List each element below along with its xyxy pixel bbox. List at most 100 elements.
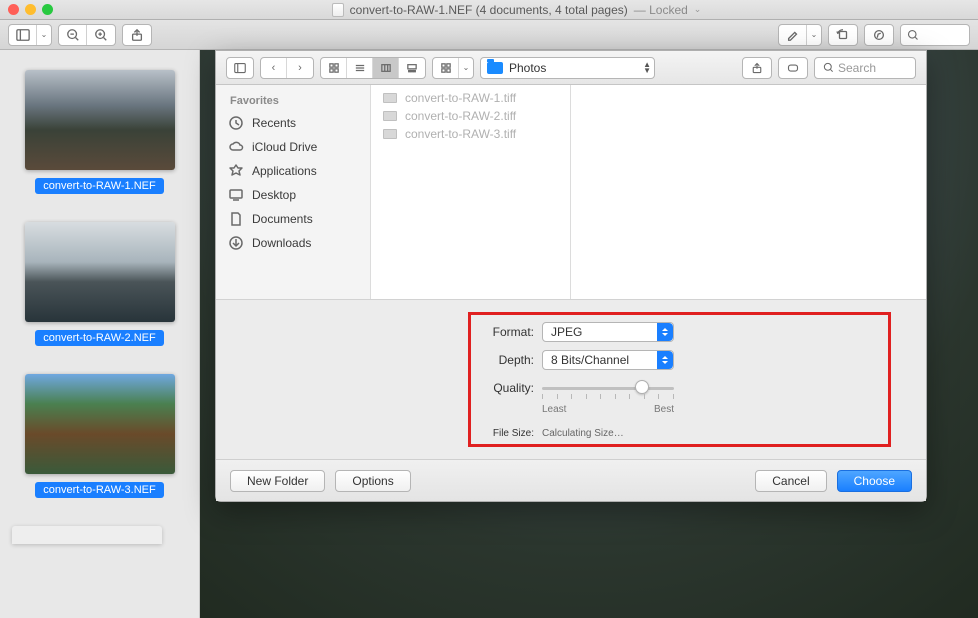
markup-toolbar-button[interactable] [864,24,894,46]
options-button[interactable]: Options [335,470,410,492]
file-name: convert-to-RAW-1.tiff [405,91,516,105]
list-view-button[interactable] [347,58,373,78]
window-locked-label[interactable]: — Locked [634,3,688,17]
favorites-sidebar: Favorites Recents iCloud Drive Applicati… [216,85,371,299]
preview-column [571,85,926,299]
quality-slider[interactable]: Least Best [542,378,674,398]
applications-icon [228,163,244,179]
cloud-icon [228,139,244,155]
location-label: Photos [509,61,546,75]
group-by-dropdown-button[interactable]: ⌄ [459,58,473,78]
select-arrows-icon [657,351,673,369]
zoom-group [58,24,116,46]
quality-label: Quality: [478,381,534,395]
new-folder-button[interactable]: New Folder [230,470,325,492]
nav-history-group: ‹ › [260,57,314,79]
thumbnail-label: convert-to-RAW-1.NEF [35,178,163,194]
close-window-button[interactable] [8,4,19,15]
highlight-button[interactable] [779,25,807,45]
desktop-icon [228,187,244,203]
app-toolbar: ⌄ ⌄ [0,20,978,50]
depth-label: Depth: [478,353,534,367]
image-file-icon [383,93,397,103]
thumbnail-image [25,70,175,170]
quality-least-label: Least [542,404,566,415]
sidebar-toggle-button[interactable] [9,25,37,45]
dialog-tags-button[interactable] [778,57,808,79]
markup-group: ⌄ [778,24,822,46]
filesize-value: Calculating Size… [542,428,624,439]
thumbnail-item[interactable]: convert-to-RAW-3.NEF [12,374,187,498]
file-item[interactable]: convert-to-RAW-2.tiff [371,107,570,125]
thumbnail-item[interactable]: convert-to-RAW-1.NEF [12,70,187,194]
format-value: JPEG [551,325,582,339]
format-label: Format: [478,325,534,339]
zoom-in-button[interactable] [87,25,115,45]
search-icon [823,62,834,73]
chevron-down-icon[interactable]: ⌄ [694,4,702,15]
forward-button[interactable]: › [287,58,313,78]
group-by-button[interactable] [433,58,459,78]
export-options-panel: Format: JPEG Depth: 8 Bits/Channel Quali… [216,299,926,459]
thumbnail-image [25,374,175,474]
save-dialog-sheet: ‹ › ⌄ Photos ▲▼ [215,50,927,502]
sidebar-item-label: Documents [252,212,313,226]
zoom-out-button[interactable] [59,25,87,45]
sidebar-item-label: Applications [252,164,317,178]
icon-view-button[interactable] [321,58,347,78]
sidebar-item-desktop[interactable]: Desktop [216,183,370,207]
quality-best-label: Best [654,404,674,415]
thumbnail-image [25,222,175,322]
dialog-button-bar: New Folder Options Cancel Choose [216,459,926,501]
file-item[interactable]: convert-to-RAW-1.tiff [371,89,570,107]
thumbnail-sidebar[interactable]: convert-to-RAW-1.NEF convert-to-RAW-2.NE… [0,50,200,618]
sidebar-toggle-button[interactable] [227,58,253,78]
favorites-header: Favorites [216,91,370,111]
dialog-share-button[interactable] [742,57,772,79]
share-button[interactable] [122,24,152,46]
sidebar-item-documents[interactable]: Documents [216,207,370,231]
window-titlebar: convert-to-RAW-1.NEF (4 documents, 4 tot… [0,0,978,20]
depth-select[interactable]: 8 Bits/Channel [542,350,674,370]
file-browser: Favorites Recents iCloud Drive Applicati… [216,85,926,299]
choose-button[interactable]: Choose [837,470,912,492]
sidebar-item-downloads[interactable]: Downloads [216,231,370,255]
sidebar-item-label: Desktop [252,188,296,202]
zoom-window-button[interactable] [42,4,53,15]
search-button[interactable] [900,24,970,46]
dialog-search-field[interactable]: Search [814,57,916,79]
sidebar-item-applications[interactable]: Applications [216,159,370,183]
image-file-icon [383,111,397,121]
file-column: convert-to-RAW-1.tiff convert-to-RAW-2.t… [371,85,571,299]
file-name: convert-to-RAW-2.tiff [405,109,516,123]
sidebar-item-icloud[interactable]: iCloud Drive [216,135,370,159]
document-icon [332,3,344,17]
sidebar-item-recents[interactable]: Recents [216,111,370,135]
file-name: convert-to-RAW-3.tiff [405,127,516,141]
location-popup-button[interactable]: Photos ▲▼ [480,57,655,79]
sidebar-toggle-group: ⌄ [8,24,52,46]
sidebar-dropdown-button[interactable]: ⌄ [37,25,51,45]
download-icon [228,235,244,251]
dialog-toolbar: ‹ › ⌄ Photos ▲▼ [216,51,926,85]
back-button[interactable]: ‹ [261,58,287,78]
highlight-dropdown-button[interactable]: ⌄ [807,25,821,45]
sidebar-item-label: iCloud Drive [252,140,317,154]
traffic-lights [8,4,53,15]
column-view-button[interactable] [373,58,399,78]
search-placeholder: Search [838,61,876,75]
file-item[interactable]: convert-to-RAW-3.tiff [371,125,570,143]
gallery-view-button[interactable] [399,58,425,78]
document-icon [228,211,244,227]
format-select[interactable]: JPEG [542,322,674,342]
minimize-window-button[interactable] [25,4,36,15]
cancel-button[interactable]: Cancel [755,470,826,492]
folder-icon [487,62,503,74]
thumbnail-item[interactable] [12,526,162,544]
select-arrows-icon [657,323,673,341]
stepper-arrows-icon: ▲▼ [643,62,651,74]
view-mode-group [320,57,426,79]
depth-value: 8 Bits/Channel [551,353,629,367]
thumbnail-item[interactable]: convert-to-RAW-2.NEF [12,222,187,346]
rotate-button[interactable] [828,24,858,46]
